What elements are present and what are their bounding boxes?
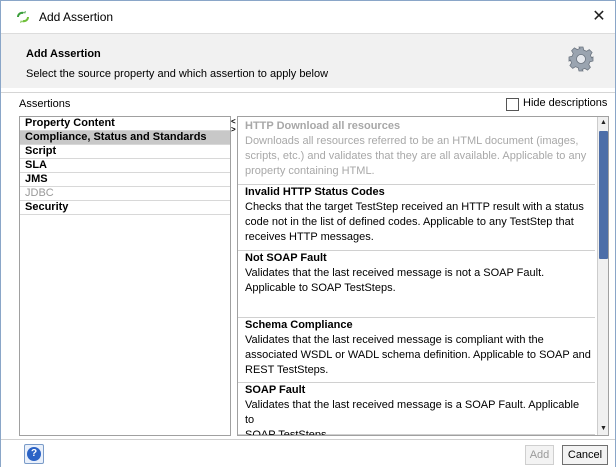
category-item[interactable]: JMS [20, 173, 230, 187]
assertions-toolbar: Assertions Hide descriptions [1, 92, 615, 114]
assertion-item[interactable]: HTTP Download all resources Downloads all… [238, 119, 595, 185]
assertion-item[interactable]: Not SOAP Fault Validates that the last re… [238, 251, 595, 318]
assertion-item[interactable]: SOAP Fault Validates that the last receiv… [238, 383, 595, 435]
dialog-header: Add Assertion Select the source property… [1, 33, 615, 88]
window-title: Add Assertion [39, 10, 114, 24]
header-title: Add Assertion [26, 48, 101, 60]
assertion-description-line: Validates that the last received message… [245, 267, 545, 279]
assertion-description-line: REST TestSteps. [245, 364, 329, 376]
assertions-label: Assertions [19, 98, 71, 110]
assertion-item[interactable]: Invalid HTTP Status Codes Checks that the… [238, 185, 595, 251]
help-button[interactable]: ? [24, 444, 44, 464]
category-item[interactable]: Script [20, 145, 230, 159]
assertion-description-line: receives HTTP messages. [245, 231, 374, 243]
add-button[interactable]: Add [525, 445, 554, 465]
header-subtitle: Select the source property and which ass… [26, 68, 329, 80]
assertion-description-line: Applicable to SOAP TestSteps. [245, 282, 396, 294]
assertion-title: Schema Compliance [245, 319, 353, 331]
assertion-description-line: scripts, etc.) and validates that they a… [245, 150, 587, 162]
title-bar: Add Assertion ✕ [1, 1, 615, 33]
category-item[interactable]: JDBC [20, 187, 230, 201]
assertion-title: Invalid HTTP Status Codes [245, 186, 385, 198]
assertion-description-line: Checks that the target TestStep received… [245, 201, 584, 213]
help-icon: ? [27, 447, 41, 461]
chevron-right-icon[interactable]: > [231, 126, 236, 134]
assertion-description-line: associated WSDL or WADL schema definitio… [245, 349, 591, 361]
assertion-list: HTTP Download all resources Downloads all… [237, 116, 609, 436]
category-item[interactable]: Security [20, 201, 230, 215]
close-icon[interactable]: ✕ [588, 6, 610, 28]
scrollbar-thumb[interactable] [599, 131, 608, 259]
hide-descriptions-checkbox[interactable] [506, 98, 519, 111]
assertion-description-line: code not in the list of defined codes. A… [245, 216, 574, 228]
assertion-title: HTTP Download all resources [245, 120, 401, 132]
assertion-title: Not SOAP Fault [245, 252, 327, 264]
scroll-up-icon[interactable]: ▲ [598, 117, 609, 129]
hide-descriptions-label[interactable]: Hide descriptions [523, 97, 607, 109]
assertion-scrollbar[interactable]: ▲ ▼ [597, 117, 608, 435]
assertion-title: SOAP Fault [245, 384, 306, 396]
assertion-description-line: Downloads all resources referred to be a… [245, 135, 579, 147]
category-item[interactable]: SLA [20, 159, 230, 173]
assertion-item[interactable]: Schema Compliance Validates that the last… [238, 318, 595, 383]
soapui-logo-icon [17, 11, 29, 23]
cancel-button[interactable]: Cancel [562, 445, 608, 465]
category-item[interactable]: Property Content [20, 117, 230, 131]
add-assertion-dialog: Add Assertion ✕ Add Assertion Select the… [0, 0, 616, 467]
assertion-description-line: Validates that the last received message… [245, 399, 580, 426]
gear-icon [568, 46, 594, 72]
assertion-description-line: Validates that the last received message… [245, 334, 544, 346]
assertion-description-line: property containing HTML. [245, 165, 375, 177]
category-item[interactable]: Compliance, Status and Standards [20, 131, 230, 145]
scroll-down-icon[interactable]: ▼ [598, 423, 609, 435]
category-list: Property Content Compliance, Status and S… [19, 116, 231, 436]
dialog-footer: ? Add Cancel [1, 439, 615, 467]
assertion-description-line: SOAP TestSteps. [245, 429, 330, 436]
